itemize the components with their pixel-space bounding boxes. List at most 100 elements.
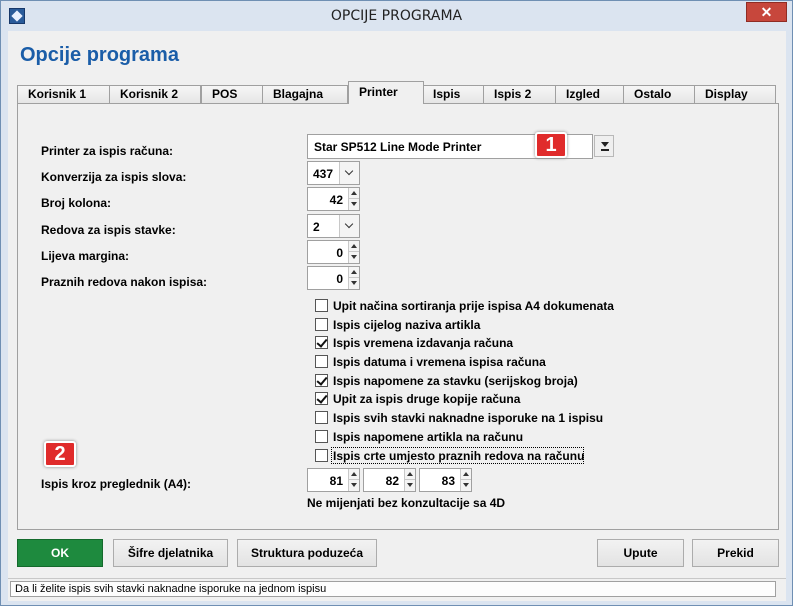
printer-value: Star SP512 Line Mode Printer <box>314 140 482 154</box>
spin-buttons[interactable] <box>348 188 359 210</box>
tab-ispis-2[interactable]: Ispis 2 <box>483 85 556 104</box>
tab-ostalo[interactable]: Ostalo <box>623 85 695 104</box>
tab-printer[interactable]: Printer <box>348 81 424 104</box>
printer-tab-panel: Printer za ispis računa: Konverzija za i… <box>17 103 779 530</box>
checkbox-label: Ispis vremena izdavanja računa <box>333 336 514 350</box>
spin-down-icon[interactable] <box>349 278 359 289</box>
spin-up-icon[interactable] <box>349 241 359 252</box>
empty-rows-stepper[interactable]: 0 <box>307 266 360 290</box>
checkbox-checked[interactable] <box>315 374 328 387</box>
browser-note: Ne mijenjati bez konzultacije sa 4D <box>307 496 506 510</box>
tab-korisnik-1[interactable]: Korisnik 1 <box>17 85 110 104</box>
checkbox-label: Ispis datuma i vremena ispisa računa <box>333 355 546 369</box>
tab-ispis[interactable]: Ispis <box>422 85 484 104</box>
spin-buttons[interactable] <box>348 241 359 263</box>
callout-marker-2: 2 <box>44 441 76 467</box>
page-title: Opcije programa <box>20 44 179 66</box>
columns-stepper[interactable]: 42 <box>307 187 360 211</box>
checkbox-label: Ispis napomene artikla na računu <box>333 430 524 444</box>
instructions-button[interactable]: Upute <box>597 539 684 567</box>
cancel-button[interactable]: Prekid <box>692 539 779 567</box>
download-arrow-icon[interactable] <box>594 135 614 157</box>
checkbox-label: Ispis cijelog naziva artikla <box>333 318 481 332</box>
rows-select[interactable]: 2 <box>307 214 360 238</box>
columns-value: 42 <box>329 193 343 207</box>
tab-blagajna[interactable]: Blagajna <box>262 85 348 104</box>
checkbox-checked[interactable] <box>315 336 328 349</box>
spin-down-icon[interactable] <box>461 480 471 491</box>
spin-down-icon[interactable] <box>405 480 415 491</box>
browser-value-3-stepper[interactable]: 83 <box>419 468 472 492</box>
browser-value-1: 81 <box>329 474 343 488</box>
empty-rows-label: Praznih redova nakon ispisa: <box>41 275 208 289</box>
margin-label: Lijeva margina: <box>41 249 130 263</box>
chevron-down-icon[interactable] <box>339 162 359 184</box>
printer-label: Printer za ispis računa: <box>41 144 174 158</box>
browser-value-2: 82 <box>385 474 399 488</box>
checkbox[interactable] <box>315 299 328 312</box>
spin-buttons[interactable] <box>348 469 359 491</box>
chevron-down-icon[interactable] <box>339 215 359 237</box>
window-title: OPCIJE PROGRAMA <box>330 8 463 24</box>
spin-up-icon[interactable] <box>349 188 359 199</box>
company-structure-button[interactable]: Struktura poduzeća <box>237 539 377 567</box>
spin-down-icon[interactable] <box>349 480 359 491</box>
margin-stepper[interactable]: 0 <box>307 240 360 264</box>
tab-label: Izgled <box>566 87 601 101</box>
tab-izgled[interactable]: Izgled <box>555 85 624 104</box>
tab-label: Korisnik 1 <box>28 87 87 101</box>
ok-button[interactable]: OK <box>17 539 103 567</box>
checkbox-checked[interactable] <box>315 392 328 405</box>
checkbox[interactable] <box>315 318 328 331</box>
tab-label: Ostalo <box>634 87 672 101</box>
checkbox-label: Upit načina sortiranja prije ispisa A4 d… <box>333 299 614 313</box>
employee-codes-button[interactable]: Šifre djelatnika <box>113 539 228 567</box>
margin-value: 0 <box>336 246 343 260</box>
browser-label: Ispis kroz preglednik (A4): <box>41 477 192 491</box>
checkbox[interactable] <box>315 449 328 462</box>
columns-label: Broj kolona: <box>41 196 112 210</box>
checkbox[interactable] <box>315 430 328 443</box>
tab-label: Printer <box>359 85 398 99</box>
spin-up-icon[interactable] <box>349 469 359 480</box>
tab-label: Blagajna <box>273 87 324 101</box>
tab-korisnik-2[interactable]: Korisnik 2 <box>109 85 201 104</box>
tab-label: Ispis <box>433 87 461 101</box>
tab-label: Korisnik 2 <box>120 87 179 101</box>
spin-up-icon[interactable] <box>349 267 359 278</box>
spin-down-icon[interactable] <box>349 199 359 210</box>
callout-marker-1: 1 <box>535 132 567 158</box>
tab-pos[interactable]: POS <box>201 85 263 104</box>
conversion-value: 437 <box>313 167 334 181</box>
title-bar[interactable]: OPCIJE PROGRAMA ✕ <box>1 1 792 31</box>
conversion-select[interactable]: 437 <box>307 161 360 185</box>
browser-value-3: 83 <box>441 474 455 488</box>
spin-buttons[interactable] <box>404 469 415 491</box>
tab-label: Display <box>705 87 748 101</box>
checkbox-label: Ispis svih stavki naknadne isporuke na 1… <box>333 411 604 425</box>
browser-value-1-stepper[interactable]: 81 <box>307 468 360 492</box>
tab-label: Ispis 2 <box>494 87 532 101</box>
rows-label: Redova za ispis stavke: <box>41 223 176 237</box>
client-area: Opcije programa Korisnik 1 Korisnik 2 PO… <box>8 31 786 601</box>
browser-value-2-stepper[interactable]: 82 <box>363 468 416 492</box>
rows-value: 2 <box>313 220 320 234</box>
tab-display[interactable]: Display <box>694 85 776 104</box>
close-button[interactable]: ✕ <box>746 2 787 22</box>
conversion-label: Konverzija za ispis slova: <box>41 170 187 184</box>
spin-buttons[interactable] <box>348 267 359 289</box>
checkbox[interactable] <box>315 411 328 424</box>
checkbox-label: Ispis napomene za stavku (serijskog broj… <box>333 374 578 388</box>
checkbox-label: Ispis crte umjesto praznih redova na rač… <box>333 449 585 463</box>
status-text: Da li želite ispis svih stavki naknadne … <box>10 581 776 597</box>
options-window: OPCIJE PROGRAMA ✕ Opcije programa Korisn… <box>0 0 793 606</box>
spin-down-icon[interactable] <box>349 252 359 263</box>
spin-up-icon[interactable] <box>405 469 415 480</box>
tab-label: POS <box>212 87 238 101</box>
checkbox[interactable] <box>315 355 328 368</box>
spin-buttons[interactable] <box>460 469 471 491</box>
status-bar: Da li želite ispis svih stavki naknadne … <box>8 578 786 598</box>
checkbox-label: Upit za ispis druge kopije računa <box>333 392 521 406</box>
tab-bar: Korisnik 1 Korisnik 2 POS Blagajna Print… <box>17 81 779 104</box>
spin-up-icon[interactable] <box>461 469 471 480</box>
